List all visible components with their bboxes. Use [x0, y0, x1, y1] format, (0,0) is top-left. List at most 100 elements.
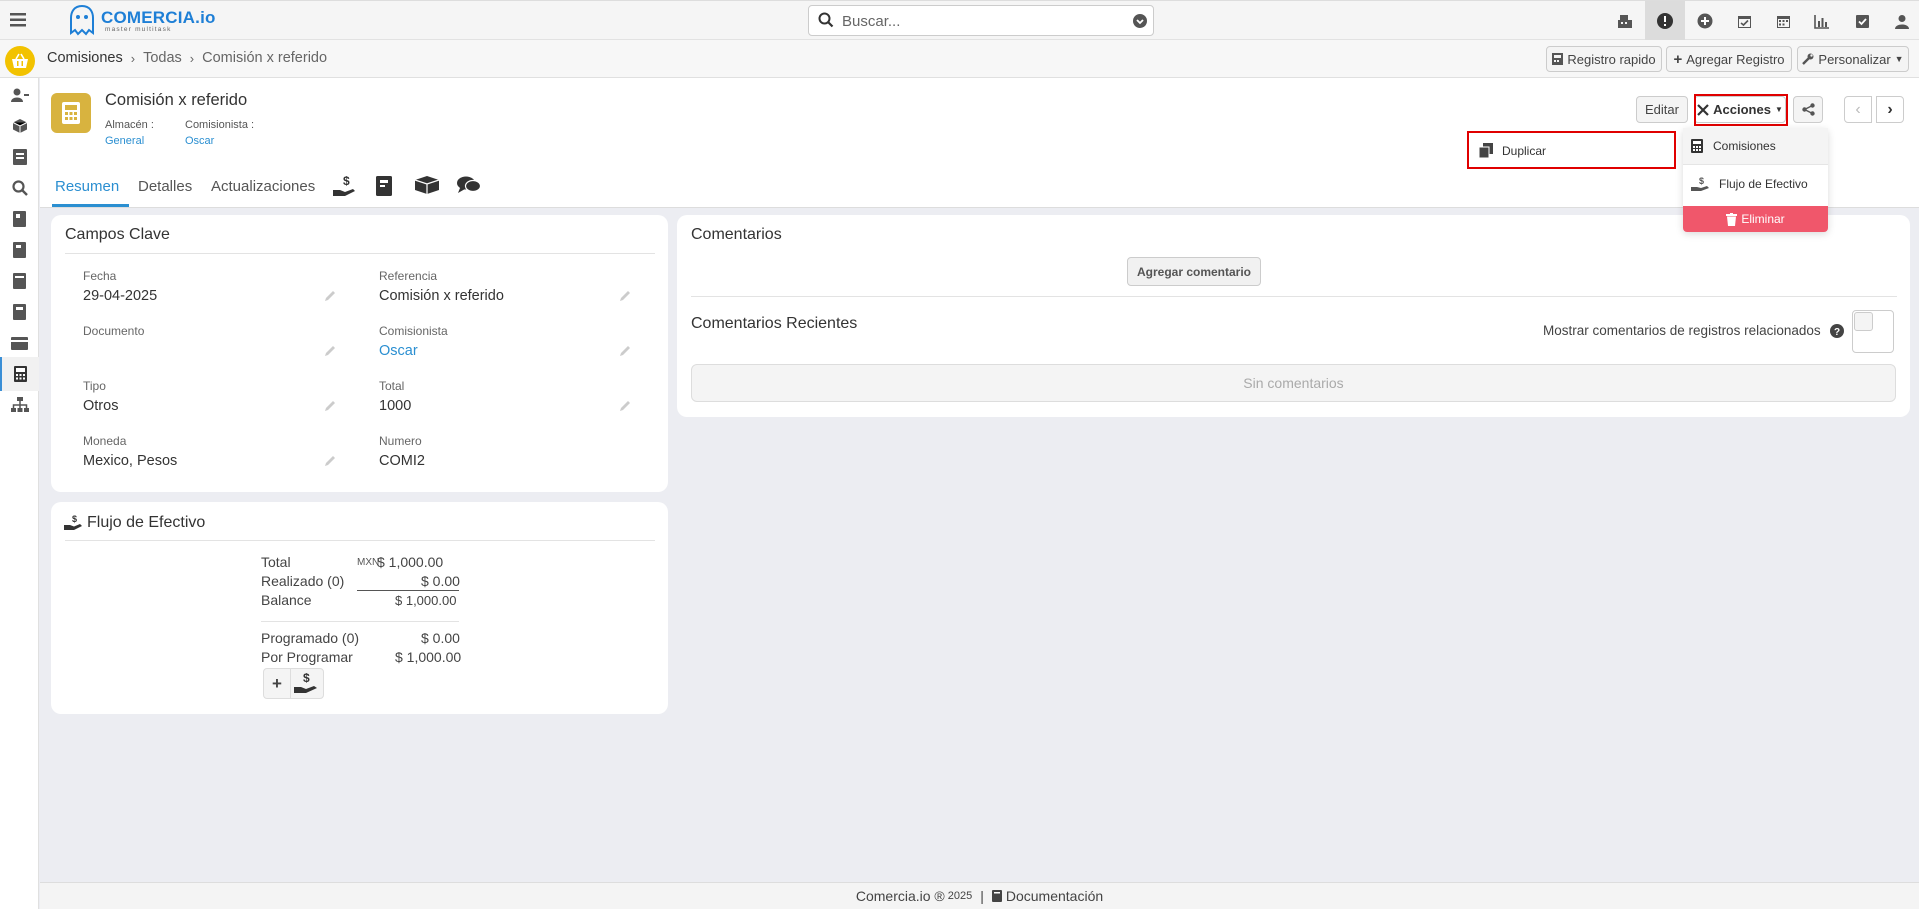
- help-icon[interactable]: ?: [1830, 324, 1844, 338]
- share-icon: [1801, 103, 1815, 116]
- empty-comments-message: Sin comentarios: [691, 364, 1896, 402]
- active-tab-indicator: [52, 204, 129, 207]
- actions-dropdown-menu: Comisiones $ Flujo de Efectivo Eliminar: [1683, 128, 1828, 232]
- sidebar-contacts-icon[interactable]: [0, 78, 39, 112]
- total-label: Total: [379, 379, 405, 393]
- edit-total-pencil-icon[interactable]: [618, 399, 632, 413]
- next-record-button[interactable]: ›: [1876, 96, 1904, 123]
- hamburger-menu-icon[interactable]: [8, 9, 30, 31]
- edit-moneda-pencil-icon[interactable]: [323, 454, 337, 468]
- basket-icon[interactable]: [5, 46, 35, 76]
- search-options-icon[interactable]: [1133, 14, 1147, 28]
- add-cash-flow-plus-icon[interactable]: +: [264, 669, 291, 698]
- cash-flow-icon: $: [1691, 176, 1709, 192]
- customize-button[interactable]: Personalizar ▼: [1797, 46, 1909, 72]
- cash-flow-icon: $: [64, 514, 82, 531]
- user-icon[interactable]: [1882, 1, 1919, 41]
- tab-detalles[interactable]: Detalles: [138, 178, 192, 195]
- sidebar-invoices-icon[interactable]: [0, 202, 39, 236]
- sum-line: [357, 590, 459, 591]
- sidebar-notes-icon[interactable]: [0, 264, 39, 298]
- edit-comisionista-pencil-icon[interactable]: [618, 344, 632, 358]
- breadcrumb-root[interactable]: Comisiones: [47, 50, 123, 66]
- search-input[interactable]: [842, 11, 1122, 31]
- documentation-link[interactable]: Documentación: [1006, 888, 1103, 904]
- documento-label: Documento: [83, 324, 145, 338]
- comisionista-label: Comisionista :: [185, 119, 255, 131]
- fecha-label: Fecha: [83, 269, 117, 283]
- almacen-label: Almacén :: [105, 119, 154, 131]
- comisionista-field-link[interactable]: Oscar: [379, 343, 418, 359]
- chevron-right-icon: ›: [130, 50, 136, 66]
- delete-menu-item[interactable]: Eliminar: [1683, 206, 1828, 232]
- brand-name: COMERCIA.io: [101, 7, 216, 27]
- chevron-right-icon: ›: [189, 50, 195, 66]
- sidebar-documents-icon[interactable]: [0, 140, 39, 174]
- divider: [65, 253, 655, 254]
- chart-icon[interactable]: [1802, 1, 1842, 41]
- edit-tipo-pencil-icon[interactable]: [323, 399, 337, 413]
- add-record-label: Agregar Registro: [1686, 51, 1785, 67]
- cf-balance-value: $ 1,000.00: [395, 593, 457, 608]
- cf-balance-label: Balance: [261, 592, 312, 608]
- alert-icon[interactable]: [1645, 1, 1685, 41]
- boxes-tab-icon[interactable]: [414, 175, 440, 195]
- add-comment-label: Agregar comentario: [1136, 264, 1252, 279]
- breadcrumb-current: Comisión x referido: [202, 50, 328, 66]
- total-value: 1000: [379, 398, 412, 414]
- tab-resumen[interactable]: Resumen: [55, 178, 119, 195]
- cash-flow-tab-icon[interactable]: $: [332, 175, 356, 197]
- quick-register-label: Registro rapido: [1567, 51, 1656, 67]
- edit-referencia-pencil-icon[interactable]: [618, 289, 632, 303]
- wrench-icon: [1802, 53, 1814, 65]
- register-payment-icon[interactable]: $: [292, 671, 324, 697]
- comisiones-menu-item[interactable]: Comisiones: [1683, 128, 1828, 164]
- svg-text:$: $: [1699, 176, 1704, 186]
- search-icon: [818, 12, 834, 28]
- breadcrumb-level2[interactable]: Todas: [143, 50, 182, 66]
- edit-fecha-pencil-icon[interactable]: [323, 289, 337, 303]
- task-check-icon[interactable]: [1842, 1, 1882, 41]
- cash-flow-menu-item[interactable]: $ Flujo de Efectivo: [1683, 166, 1828, 202]
- previous-record-button[interactable]: ‹: [1844, 96, 1872, 123]
- sidebar-hierarchy-icon[interactable]: [0, 388, 39, 422]
- add-comment-button[interactable]: Agregar comentario: [1127, 257, 1261, 286]
- almacen-value-link[interactable]: General: [105, 135, 144, 147]
- divider: [691, 296, 1897, 297]
- numero-value: COMI2: [379, 453, 425, 469]
- duplicate-menu-item[interactable]: Duplicar: [1467, 131, 1676, 169]
- calculator-icon: [1691, 139, 1703, 153]
- plus-icon: +: [1673, 50, 1683, 68]
- moneda-label: Moneda: [83, 434, 127, 448]
- delete-label: Eliminar: [1741, 212, 1785, 226]
- sidebar-inventory-icon[interactable]: [0, 109, 39, 143]
- cf-currency: MXN: [357, 557, 380, 568]
- register-icon[interactable]: [1605, 1, 1645, 41]
- share-button[interactable]: [1793, 96, 1823, 123]
- calendar-check-icon[interactable]: [1724, 1, 1764, 41]
- logo[interactable]: COMERCIA.io master multitask: [101, 3, 216, 39]
- moneda-value: Mexico, Pesos: [83, 453, 178, 469]
- tab-actualizaciones[interactable]: Actualizaciones: [211, 178, 315, 195]
- sidebar-commissions-icon[interactable]: [0, 357, 39, 391]
- sidebar-reports-icon[interactable]: [0, 295, 39, 329]
- recent-comments-title: Comentarios Recientes: [691, 315, 858, 332]
- add-record-button[interactable]: + Agregar Registro: [1666, 46, 1792, 72]
- comisionista-value-link[interactable]: Oscar: [185, 135, 214, 147]
- sidebar-search-icon[interactable]: [0, 171, 39, 205]
- quick-register-button[interactable]: Registro rapido: [1546, 46, 1662, 72]
- edit-documento-pencil-icon[interactable]: [323, 344, 337, 358]
- calendar-icon[interactable]: [1763, 1, 1803, 41]
- referencia-value: Comisión x referido: [379, 288, 504, 304]
- sidebar: [0, 78, 39, 909]
- add-circle-icon[interactable]: [1685, 1, 1725, 41]
- svg-text:$: $: [343, 175, 350, 188]
- edit-button[interactable]: Editar: [1636, 96, 1688, 123]
- sidebar-payments-icon[interactable]: [0, 326, 39, 360]
- comments-tab-icon[interactable]: [457, 175, 481, 195]
- related-comments-toggle[interactable]: [1852, 310, 1894, 353]
- chevron-left-icon: ‹: [1855, 100, 1861, 118]
- cash-flow-card: $ Flujo de Efectivo Total MXN $ 1,000.00…: [51, 502, 668, 714]
- sidebar-purchases-icon[interactable]: [0, 233, 39, 267]
- ledger-tab-icon[interactable]: [376, 175, 392, 197]
